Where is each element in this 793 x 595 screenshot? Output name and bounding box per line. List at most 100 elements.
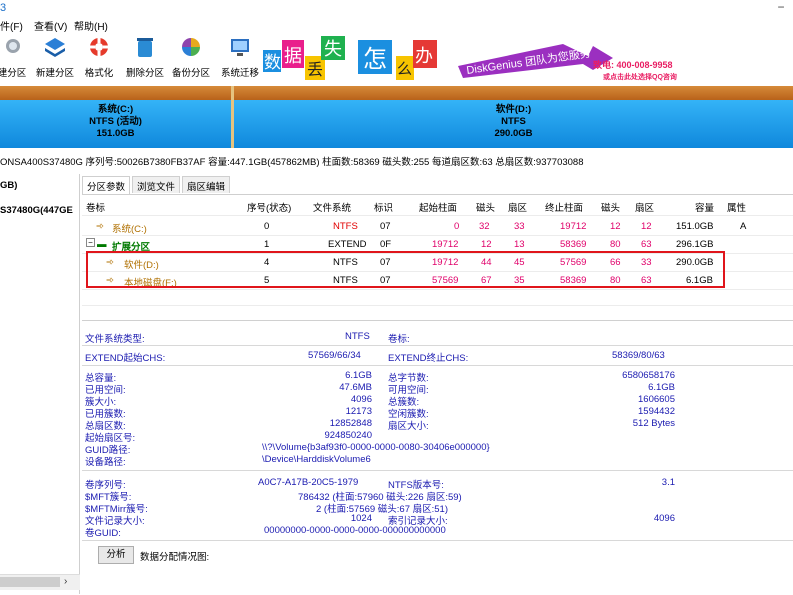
toolbar-button-migrate[interactable]: 系统迁移	[216, 34, 262, 82]
menu-file[interactable]: 件(F)	[0, 18, 23, 33]
tree-node-disk[interactable]: GB)	[0, 180, 17, 191]
start-sector: 33	[514, 221, 525, 232]
detail-value: 6.1GB	[648, 382, 675, 393]
detail-value: 6.1GB	[345, 370, 372, 381]
end-head: 80	[610, 239, 621, 250]
row-divider	[82, 215, 793, 216]
ad-char: 失	[324, 39, 342, 59]
detail-label: 卷GUID:	[85, 528, 121, 539]
toolbar-button-new-partition[interactable]: 新建分区	[31, 34, 77, 82]
toolbar-label: 系统迁移	[220, 68, 259, 79]
ad-phone: 致电: 400-008-9958	[593, 59, 673, 70]
column-header[interactable]: 文件系统	[313, 200, 351, 214]
detail-value: \\?\Volume{b3af93f0-0000-0000-0080-30406…	[262, 442, 490, 453]
detail-value: 1594432	[638, 406, 675, 417]
detail-value: A0C7-A17B-20C5-1979	[258, 477, 359, 488]
detail-value: 924850240	[324, 430, 372, 441]
detail-value: 1606605	[638, 394, 675, 405]
column-header[interactable]: 终止柱面	[545, 200, 583, 214]
disk-tree-pane	[0, 174, 80, 594]
column-header[interactable]: 序号(状态)	[247, 200, 291, 214]
row-divider	[82, 235, 793, 236]
ad-char: 据	[284, 46, 302, 66]
toolbar-button-format[interactable]: 格式化	[75, 34, 121, 82]
partition-fs: NTFS	[501, 116, 526, 127]
detail-value: 12852848	[329, 418, 372, 429]
detail-value: NTFS	[345, 331, 370, 342]
magnifier-icon	[6, 39, 20, 53]
toolbar-button-search[interactable]: 建分区	[0, 34, 34, 82]
tab-browse-files[interactable]: 浏览文件	[132, 176, 181, 193]
partition-name: 系统(C:)	[97, 104, 134, 115]
partition-fs: NTFS (活动)	[89, 116, 142, 127]
partition-name[interactable]: 系统(C:)	[112, 221, 147, 235]
column-header[interactable]: 磁头	[476, 200, 495, 214]
toolbar-button-backup[interactable]: 备份分区	[167, 34, 213, 82]
detail-value: 00000000-0000-0000-0000-000000000000	[264, 525, 446, 536]
detail-label: 文件系统类型:	[85, 334, 145, 345]
tab-sector-edit[interactable]: 扇区编辑	[182, 176, 231, 193]
row-divider	[82, 305, 793, 306]
partition-fs: NTFS	[333, 221, 358, 232]
data-allocation-chart-label: 数据分配情况图:	[140, 552, 210, 563]
detail-divider	[82, 540, 793, 541]
menu-help[interactable]: 帮助(H)	[74, 18, 108, 33]
detail-value: \Device\HarddiskVolume6	[262, 454, 371, 465]
ad-char: 丢	[307, 61, 323, 79]
title-bar	[0, 0, 793, 18]
minimize-button[interactable]: −	[771, 0, 791, 14]
partition-capacity: 151.0GB	[676, 221, 714, 232]
detail-label: EXTEND终止CHS:	[388, 353, 469, 364]
start-cylinder: 19712	[432, 239, 459, 250]
ad-char: 么	[397, 61, 412, 78]
monitor-migrate-icon	[231, 39, 249, 56]
column-header[interactable]: 磁头	[601, 200, 620, 214]
ad-char: 数	[264, 53, 281, 72]
column-header[interactable]: 容量	[695, 200, 714, 214]
ad-char: 办	[415, 46, 433, 66]
end-cylinder: 58369	[560, 239, 587, 250]
tab-partition-params[interactable]: 分区参数	[82, 176, 131, 195]
menu-view[interactable]: 查看(V)	[34, 18, 67, 33]
start-head: 32	[479, 221, 490, 232]
partition-index: 1	[264, 239, 270, 250]
column-header[interactable]: 卷标	[86, 200, 105, 214]
toolbar-button-delete[interactable]: 删除分区	[121, 34, 167, 82]
detail-value: 12173	[345, 406, 372, 417]
disk-map-partition-d[interactable]: 软件(D:) NTFS 290.0GB	[234, 100, 793, 148]
extended-icon: ▬	[97, 239, 107, 250]
column-header[interactable]: 属性	[727, 200, 746, 214]
column-header[interactable]: 扇区	[508, 200, 527, 214]
detail-value: 1024	[350, 513, 372, 524]
ad-qq: 或点击此处选择QQ咨询	[603, 72, 677, 81]
collapse-icon[interactable]: −	[86, 238, 95, 247]
detail-value: 47.6MB	[339, 382, 372, 393]
detail-value: 3.1	[661, 477, 675, 488]
toolbar-label: 新建分区	[35, 68, 74, 79]
partition-size: 151.0GB	[96, 128, 135, 139]
toolbar-label: 格式化	[84, 68, 114, 79]
start-sector: 13	[514, 239, 525, 250]
scrollbar-thumb[interactable]	[0, 577, 60, 587]
row-arrow-icon: ➾	[96, 221, 104, 232]
ad-banner[interactable]: 数 据 丢 失 怎 么 办 DiskGenius 团队为您服务 致电: 400-…	[263, 36, 697, 84]
partition-fs: EXTEND	[328, 239, 367, 250]
end-cylinder: 19712	[560, 221, 587, 232]
app-icon: 3	[0, 2, 7, 14]
scroll-right-icon[interactable]: ›	[64, 576, 67, 587]
tree-node-disk-model[interactable]: S37480G(447GE	[0, 205, 73, 216]
disk-map-partition-c[interactable]: 系统(C:) NTFS (活动) 151.0GB	[0, 100, 231, 148]
detail-value: 512 Bytes	[632, 418, 675, 429]
toolbar-label: 备份分区	[171, 68, 210, 79]
column-header[interactable]: 起始柱面	[419, 200, 457, 214]
lifebuoy-icon	[89, 37, 109, 57]
analyze-button[interactable]: 分析	[98, 546, 134, 564]
column-header[interactable]: 扇区	[635, 200, 654, 214]
backup-disk-icon	[182, 38, 200, 56]
column-header[interactable]: 标识	[374, 200, 393, 214]
start-cylinder: 0	[454, 221, 460, 232]
toolbar-label: 删除分区	[125, 68, 164, 79]
ad-char: 怎	[363, 46, 387, 73]
layers-icon	[45, 38, 65, 57]
partition-id: 07	[380, 221, 391, 232]
